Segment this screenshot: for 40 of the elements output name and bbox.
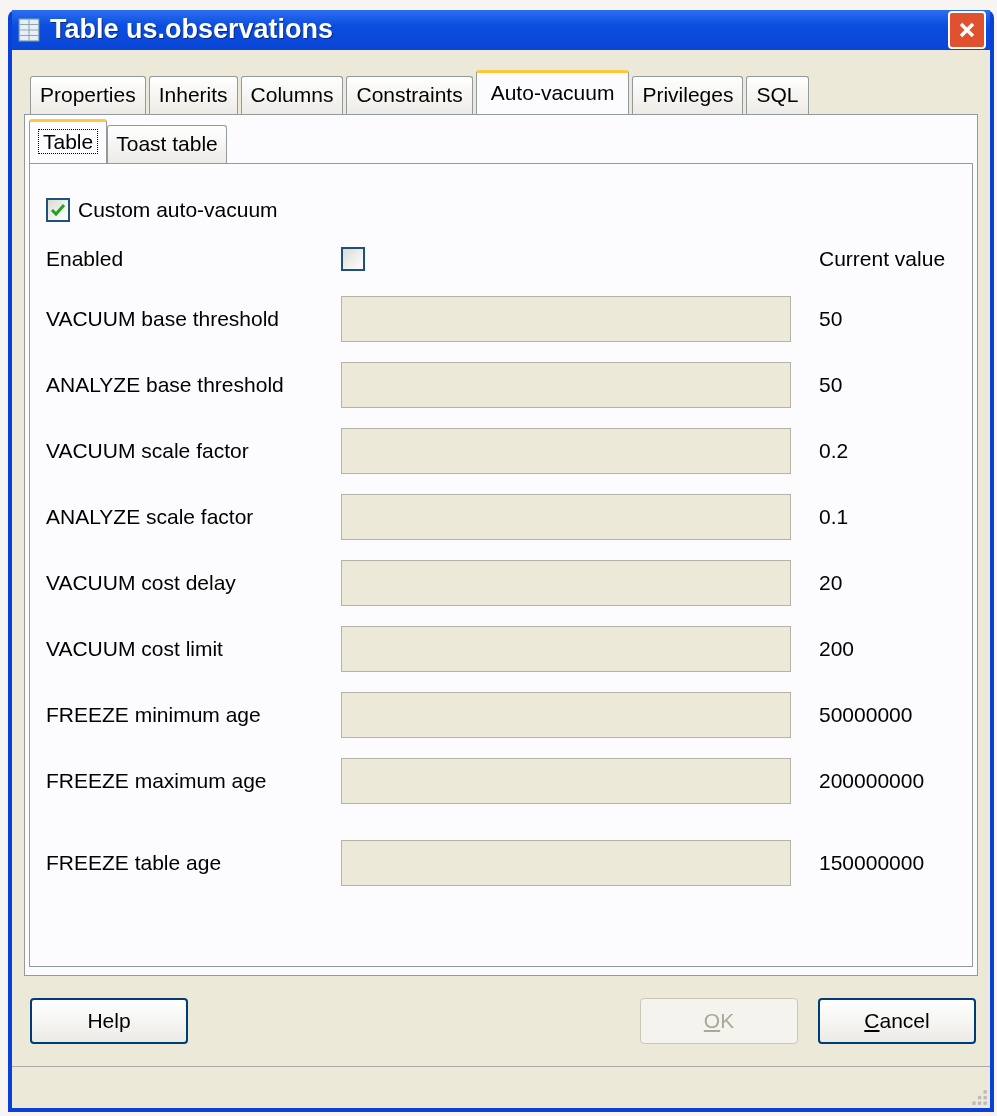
current-value: 200 [819, 637, 855, 661]
field-label: FREEZE minimum age [46, 703, 262, 727]
field-label: FREEZE maximum age [46, 769, 268, 793]
close-icon [957, 20, 977, 40]
checkbox-label: Custom auto-vacuum [78, 198, 278, 222]
cancel-button[interactable]: Cancel [818, 998, 976, 1044]
tab[interactable]: Columns [240, 76, 344, 114]
check-icon [50, 202, 66, 218]
tab[interactable]: Properties [30, 76, 146, 114]
current-value: 50000000 [819, 703, 913, 727]
tab[interactable]: Table [29, 119, 108, 163]
column-heading: Current value [819, 247, 946, 271]
table-icon [18, 18, 40, 42]
field-label: ANALYZE base threshold [46, 373, 285, 397]
field-label: VACUUM cost limit [46, 637, 224, 661]
field-label: VACUUM scale factor [46, 439, 250, 463]
field-label: ANALYZE scale factor [46, 505, 255, 529]
field-label: VACUUM cost delay [46, 571, 237, 595]
tab[interactable]: SQL [746, 76, 809, 114]
resize-grip-icon [970, 1088, 988, 1106]
current-value: 200000000 [819, 769, 925, 793]
window-title: Table us.observations [50, 14, 335, 46]
current-value: 50 [819, 307, 843, 331]
current-value: 0.2 [819, 439, 849, 463]
tab[interactable]: Constraints [346, 76, 473, 114]
tab[interactable]: Inherits [148, 76, 238, 114]
current-value: 0.1 [819, 505, 849, 529]
current-value: 50 [819, 373, 843, 397]
field-label: VACUUM base threshold [46, 307, 281, 331]
checkbox[interactable] [46, 198, 70, 222]
field-label: Enabled [46, 247, 125, 271]
tab[interactable]: Auto-vacuum [475, 70, 630, 114]
help-button[interactable]: Help [30, 998, 188, 1044]
tab[interactable]: Privileges [632, 76, 744, 114]
tab[interactable]: Toast table [107, 125, 227, 163]
close-button[interactable] [948, 11, 986, 49]
field-label: FREEZE table age [46, 851, 223, 875]
current-value: 20 [819, 571, 843, 595]
current-value: 150000000 [819, 851, 925, 875]
checkbox[interactable] [341, 247, 365, 271]
